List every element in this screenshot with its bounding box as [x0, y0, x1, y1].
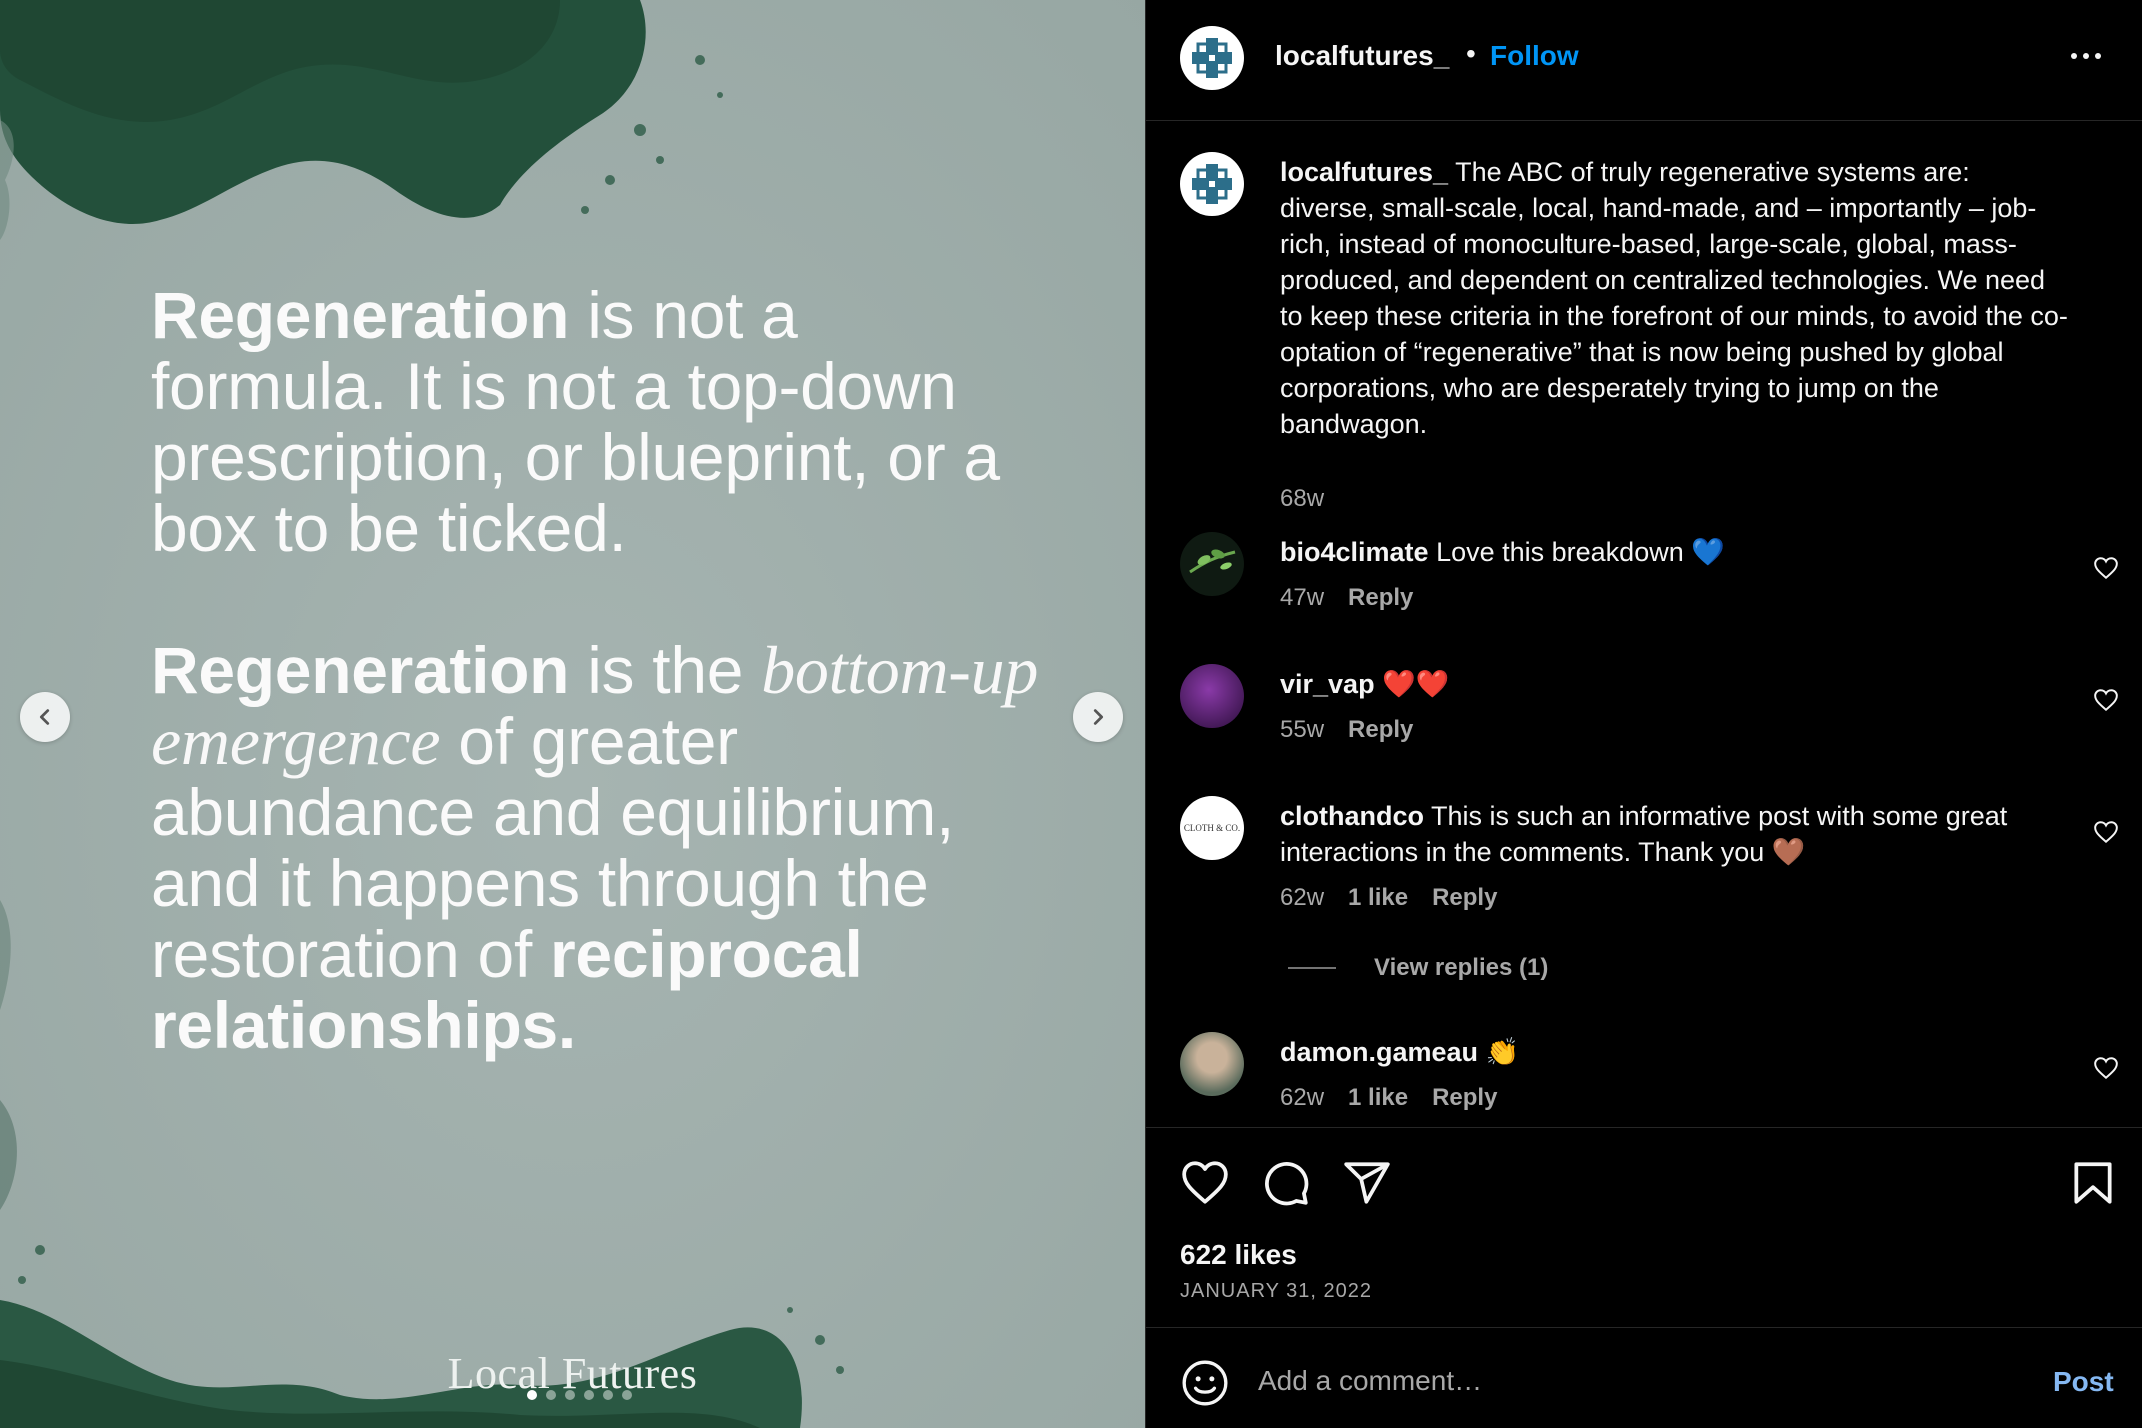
commenter-username[interactable]: damon.gameau [1280, 1037, 1478, 1067]
commenter-avatar[interactable] [1180, 1032, 1244, 1096]
post-comment-button[interactable]: Post [2053, 1366, 2114, 1398]
bookmark-icon[interactable] [2068, 1158, 2118, 1208]
comment-like-heart-icon[interactable] [2093, 820, 2119, 844]
comment-meta: 47w Reply [1280, 584, 1413, 612]
post-media: Regeneration is not a formula. It is not… [0, 0, 1145, 1428]
carousel-dot [546, 1390, 556, 1400]
comment-like-heart-icon[interactable] [2093, 556, 2119, 580]
follow-button[interactable]: Follow [1490, 40, 1579, 72]
more-options-icon[interactable] [2071, 46, 2111, 66]
carousel-dot [622, 1390, 632, 1400]
reply-button[interactable]: Reply [1432, 1084, 1497, 1112]
carousel-dot [565, 1390, 575, 1400]
quote-text: Regeneration is not a formula. It is not… [151, 280, 1051, 1061]
post-actions: 622 likes JANUARY 31, 2022 [1146, 1127, 2142, 1327]
comment-meta: 62w 1 like Reply [1280, 884, 1497, 912]
quote-paragraph-2: Regeneration is the bottom-up emergence … [151, 632, 1039, 1062]
commenter-username[interactable]: clothandco [1280, 801, 1424, 831]
comment-like-count[interactable]: 1 like [1348, 1084, 1408, 1112]
commenter-avatar[interactable] [1180, 532, 1244, 596]
comments-list[interactable]: localfutures_ The ABC of truly regenerat… [1146, 122, 2142, 1127]
carousel-next-button[interactable] [1073, 692, 1123, 742]
carousel-prev-button[interactable] [20, 692, 70, 742]
plant-avatar-icon [1189, 549, 1236, 574]
replies-line [1288, 967, 1336, 969]
reply-button[interactable]: Reply [1348, 716, 1413, 744]
post-panel: localfutures_ • Follow localfutures_ The… [1145, 0, 2142, 1428]
comment-time[interactable]: 55w [1280, 716, 1324, 744]
author-avatar[interactable] [1180, 152, 1244, 216]
heart-icon[interactable] [1180, 1158, 1230, 1208]
view-replies-button[interactable]: View replies (1) [1288, 954, 1548, 982]
comment-time[interactable]: 47w [1280, 584, 1324, 612]
author-username[interactable]: localfutures_ [1275, 40, 1449, 72]
post-header: localfutures_ • Follow [1146, 0, 2142, 121]
reply-button[interactable]: Reply [1432, 884, 1497, 912]
carousel-dot [527, 1390, 537, 1400]
likes-count[interactable]: 622 likes [1180, 1239, 1297, 1271]
comment-meta: 55w Reply [1280, 716, 1413, 744]
emoji-icon[interactable] [1180, 1358, 1230, 1408]
quote-paragraph-1: Regeneration is not a formula. It is not… [151, 278, 1000, 565]
caption-text: localfutures_ The ABC of truly regenerat… [1280, 154, 2070, 442]
comment-body: ❤️❤️ [1382, 669, 1450, 699]
comment-text: vir_vap ❤️❤️ [1280, 666, 2070, 702]
author-avatar[interactable] [1180, 26, 1244, 90]
add-comment-bar: Post [1146, 1327, 2142, 1428]
avatar-text: CLOTH & CO. [1183, 823, 1241, 833]
post-date[interactable]: JANUARY 31, 2022 [1180, 1280, 1372, 1303]
commenter-username[interactable]: vir_vap [1280, 669, 1375, 699]
comment-body: Love this breakdown 💙 [1436, 537, 1725, 567]
localfutures-logo-icon [1192, 164, 1232, 204]
caption-username[interactable]: localfutures_ [1280, 157, 1448, 187]
carousel-dot [603, 1390, 613, 1400]
header-separator: • [1466, 38, 1476, 69]
comment-like-count[interactable]: 1 like [1348, 884, 1408, 912]
comment-input[interactable] [1258, 1356, 1978, 1406]
comment-meta: 62w 1 like Reply [1280, 1084, 1497, 1112]
view-replies-label: View replies (1) [1374, 954, 1549, 981]
caption-body: The ABC of truly regenerative systems ar… [1280, 157, 2068, 439]
chevron-right-icon [1093, 709, 1104, 725]
comment-time[interactable]: 62w [1280, 1084, 1324, 1112]
comment-like-heart-icon[interactable] [2093, 688, 2119, 712]
commenter-username[interactable]: bio4climate [1280, 537, 1429, 567]
carousel-dot [584, 1390, 594, 1400]
reply-button[interactable]: Reply [1348, 584, 1413, 612]
comment-text: bio4climate Love this breakdown 💙 [1280, 534, 2070, 570]
carousel-indicator [0, 1390, 1145, 1400]
comment-text: clothandco This is such an informative p… [1280, 798, 2070, 870]
comment-like-heart-icon[interactable] [2093, 1056, 2119, 1080]
caption-meta: 68w [1280, 485, 1324, 513]
commenter-avatar[interactable] [1180, 664, 1244, 728]
comment-time[interactable]: 62w [1280, 884, 1324, 912]
comment-body: 👏 [1485, 1037, 1520, 1067]
comment-icon[interactable] [1261, 1158, 1311, 1208]
commenter-avatar[interactable]: CLOTH & CO. [1180, 796, 1244, 860]
comment-text: damon.gameau 👏 [1280, 1034, 2070, 1070]
share-icon[interactable] [1342, 1158, 1392, 1208]
chevron-left-icon [39, 709, 50, 725]
caption-time[interactable]: 68w [1280, 485, 1324, 513]
localfutures-logo-icon [1192, 38, 1232, 78]
